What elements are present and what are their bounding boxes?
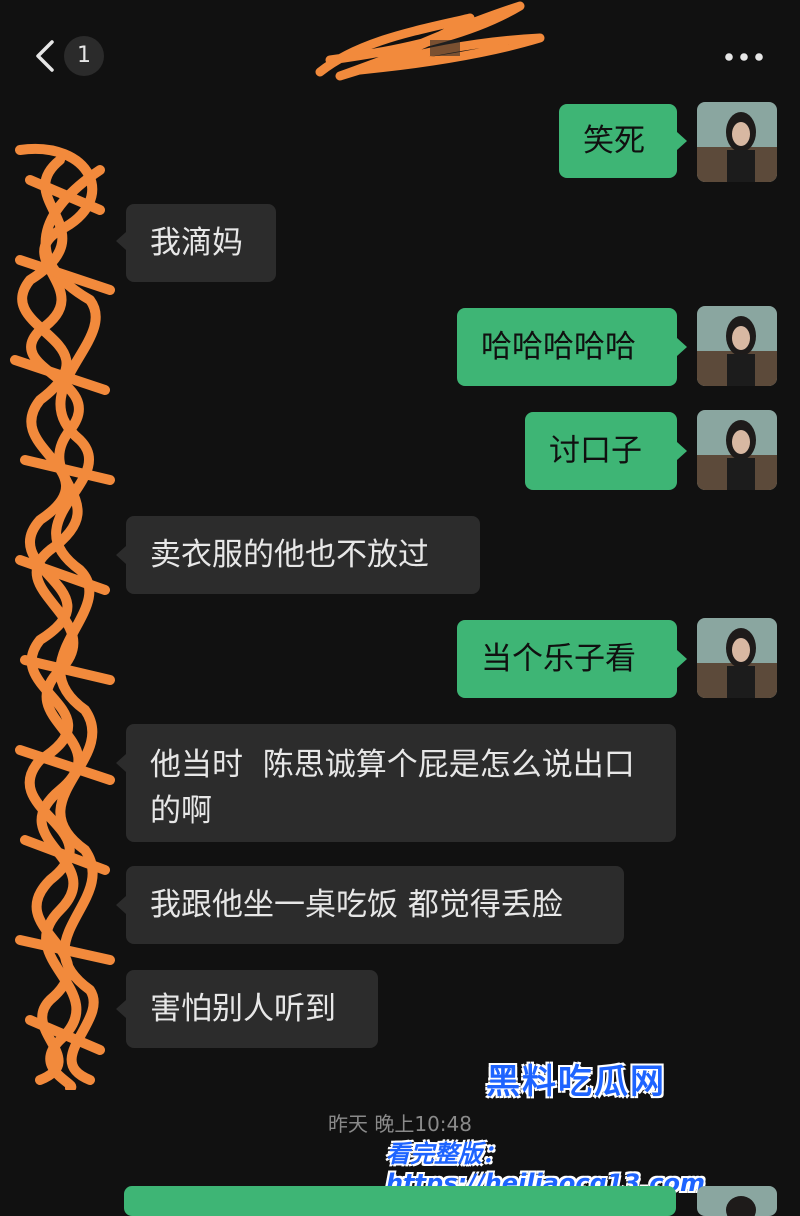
avatar-photo-icon: [697, 102, 777, 182]
redacted-title-scribble: [315, 1, 545, 81]
bubble-tail: [677, 650, 687, 668]
bubble-tail: [116, 546, 126, 564]
message-bubble-theirs[interactable]: 我跟他坐一桌吃饭 都觉得丢脸: [126, 866, 624, 944]
avatar-photo-icon: [697, 618, 777, 698]
redacted-avatar-scribble: [10, 143, 115, 1090]
message-text: 卖衣服的他也不放过: [150, 537, 429, 573]
message-bubble-mine-partial[interactable]: [124, 1186, 676, 1216]
back-arrow-icon[interactable]: [30, 38, 62, 74]
avatar-photo-icon: [697, 1186, 777, 1216]
watermark-logo: 黑料吃瓜网: [486, 1062, 666, 1102]
message-text: 我滴妈: [150, 225, 243, 261]
my-avatar[interactable]: [697, 102, 777, 182]
my-avatar[interactable]: [697, 410, 777, 490]
message-bubble-mine[interactable]: 哈哈哈哈哈: [457, 308, 677, 386]
message-text: 当个乐子看: [481, 641, 636, 677]
bubble-tail: [677, 338, 687, 356]
message-bubble-mine[interactable]: 讨口子: [525, 412, 677, 490]
bubble-tail: [116, 1000, 126, 1018]
my-avatar[interactable]: [697, 306, 777, 386]
message-bubble-mine[interactable]: 当个乐子看: [457, 620, 677, 698]
message-timestamp: 昨天 晚上10:48: [328, 1112, 472, 1136]
message-bubble-theirs[interactable]: 害怕别人听到: [126, 970, 378, 1048]
message-bubble-theirs[interactable]: 卖衣服的他也不放过: [126, 516, 480, 594]
more-options-icon[interactable]: [722, 40, 766, 74]
message-bubble-theirs[interactable]: 我滴妈: [126, 204, 276, 282]
bubble-tail: [116, 754, 126, 772]
message-text: 哈哈哈哈哈: [481, 329, 636, 365]
bubble-tail: [116, 232, 126, 250]
message-text: 笑死: [583, 123, 645, 159]
message-text: 害怕别人听到: [150, 991, 336, 1027]
chat-header: 1: [0, 0, 800, 104]
message-text: 讨口子: [549, 433, 642, 469]
bubble-tail: [677, 442, 687, 460]
my-avatar-partial[interactable]: [697, 1186, 777, 1216]
avatar-photo-icon: [697, 410, 777, 490]
unread-count-badge[interactable]: 1: [64, 36, 104, 76]
message-bubble-mine[interactable]: 笑死: [559, 104, 677, 178]
my-avatar[interactable]: [697, 618, 777, 698]
bubble-tail: [116, 896, 126, 914]
bubble-tail: [677, 132, 687, 150]
avatar-photo-icon: [697, 306, 777, 386]
message-text: 他当时 陈思诚算个屁是怎么说出口的啊: [150, 747, 635, 829]
message-text: 我跟他坐一桌吃饭 都觉得丢脸: [150, 887, 563, 923]
message-bubble-theirs[interactable]: 他当时 陈思诚算个屁是怎么说出口的啊: [126, 724, 676, 842]
